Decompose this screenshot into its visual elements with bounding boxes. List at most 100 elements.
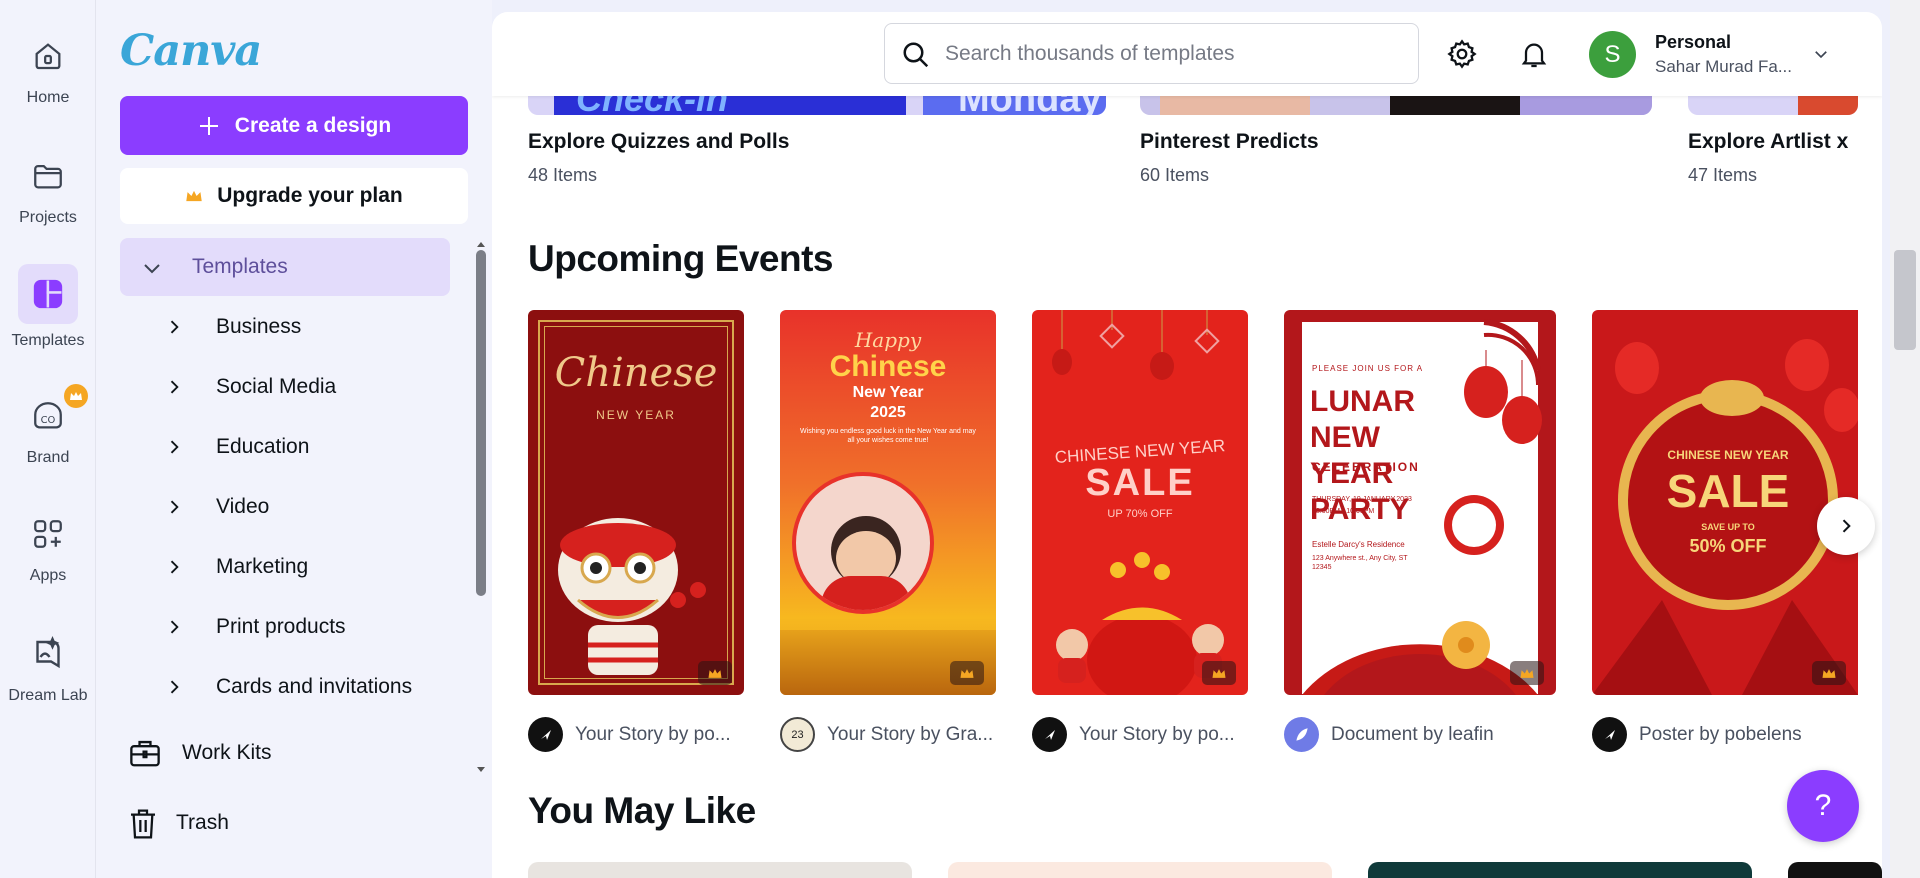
crown-icon	[186, 190, 202, 202]
card-author[interactable]: Poster by pobelens	[1592, 717, 1802, 752]
briefcase-icon	[130, 740, 160, 767]
template-card[interactable]: PLEASE JOIN US FOR A LUNAR NEW YEAR PART…	[1284, 310, 1556, 695]
bell-icon	[1521, 43, 1547, 68]
card-author[interactable]: Your Story by po...	[528, 717, 731, 752]
category-video[interactable]: Video	[120, 482, 450, 532]
avatar[interactable]: S	[1589, 31, 1636, 78]
plus-icon	[199, 116, 218, 135]
page-scroll-track	[1890, 0, 1920, 878]
rail-item-apps[interactable]: Apps	[0, 510, 96, 585]
apps-icon	[24, 510, 72, 558]
premium-crown-icon	[698, 661, 732, 685]
card-subheading: UP 70% OFF	[1107, 508, 1173, 520]
scroll-up-arrow-icon[interactable]	[476, 240, 486, 248]
collection-title[interactable]: Pinterest Predicts	[1140, 130, 1319, 154]
chevron-down-icon[interactable]	[1812, 45, 1830, 63]
template-card[interactable]: CHINESE NEW YEAR SALE SAVE UP TO 50% OFF	[1592, 310, 1858, 695]
rail-item-brand[interactable]: CO Brand	[0, 384, 96, 467]
author-name: Poster by pobelens	[1639, 723, 1802, 745]
lunar-decoration	[1302, 319, 1542, 695]
collection-title[interactable]: Explore Artlist x	[1688, 130, 1858, 154]
card-heading: SALE	[1085, 462, 1195, 504]
templates-icon	[18, 264, 78, 324]
search-input[interactable]	[945, 38, 1405, 70]
template-card[interactable]: Chinese NEW YEAR	[528, 310, 744, 695]
card-author[interactable]: Document by leafin	[1284, 717, 1494, 752]
carousel-next-button[interactable]	[1817, 497, 1875, 555]
rail-item-home[interactable]: Home	[0, 32, 96, 107]
rail-label-brand: Brand	[26, 449, 70, 466]
upgrade-plan-button[interactable]: Upgrade your plan	[120, 168, 468, 224]
rail-item-dream-lab[interactable]: Dream Lab	[0, 630, 96, 705]
search-box[interactable]	[884, 23, 1419, 84]
author-name: Your Story by Gra...	[827, 723, 994, 745]
chevron-right-icon	[170, 680, 179, 694]
template-card[interactable]	[948, 862, 1332, 878]
card-author[interactable]: Your Story by po...	[1032, 717, 1235, 752]
gear-icon	[1447, 39, 1477, 69]
card-author[interactable]: 23 Your Story by Gra...	[780, 717, 993, 752]
settings-button[interactable]	[1438, 30, 1486, 78]
card-heading: SALE	[1666, 465, 1790, 517]
chevron-right-icon	[1842, 519, 1851, 533]
category-education[interactable]: Education	[120, 422, 450, 472]
section-title-you-may-like: You May Like	[528, 790, 756, 831]
author-name: Your Story by po...	[1079, 723, 1235, 745]
author-name: Document by leafin	[1331, 723, 1494, 745]
card-subheading: New Year	[852, 384, 924, 401]
svg-text:CO: CO	[41, 415, 56, 426]
chevron-down-icon[interactable]	[140, 256, 164, 280]
author-name: Your Story by po...	[575, 723, 731, 745]
notifications-button[interactable]	[1510, 30, 1558, 78]
category-label: Video	[216, 495, 270, 518]
template-card[interactable]	[1788, 862, 1882, 878]
account-name[interactable]: Sahar Murad Fa...	[1655, 57, 1792, 77]
rail-label-templates: Templates	[11, 332, 85, 349]
dream-lab-icon	[24, 630, 72, 678]
collection-title[interactable]: Explore Quizzes and Polls	[528, 130, 789, 154]
work-kits-label: Work Kits	[182, 741, 272, 764]
trash-icon	[131, 809, 155, 839]
category-print-products[interactable]: Print products	[120, 602, 450, 652]
account-type[interactable]: Personal	[1655, 32, 1731, 53]
trash-label: Trash	[176, 811, 229, 834]
category-business[interactable]: Business	[120, 302, 450, 352]
panel-scrollbar[interactable]	[476, 250, 486, 596]
nav-templates[interactable]: Templates	[120, 238, 450, 296]
author-avatar-text: 23	[791, 728, 804, 741]
template-card[interactable]	[528, 862, 912, 878]
chevron-right-icon	[170, 320, 179, 334]
rail-item-templates[interactable]: Templates	[0, 264, 96, 350]
template-card[interactable]: CHINESE NEW YEAR SALE UP 70% OFF	[1032, 310, 1248, 695]
category-social-media[interactable]: Social Media	[120, 362, 450, 412]
card-discount: 50% OFF	[1689, 536, 1767, 556]
template-card[interactable]: Happy Chinese New Year 2025 Wishing you …	[780, 310, 996, 695]
card-heading: Chinese	[829, 350, 947, 383]
card-top-text: Happy	[854, 328, 922, 352]
help-button[interactable]: ?	[1787, 770, 1859, 842]
left-rail: Home Projects Templates CO Brand Apps Dr…	[0, 0, 96, 878]
collection-count: 60 Items	[1140, 165, 1210, 185]
category-cards-invitations[interactable]: Cards and invitations	[120, 662, 450, 712]
section-title-upcoming: Upcoming Events	[528, 238, 834, 279]
author-avatar: 23	[780, 717, 815, 752]
nav-trash[interactable]: Trash	[120, 796, 450, 850]
category-marketing[interactable]: Marketing	[120, 542, 450, 592]
category-label: Social Media	[216, 375, 337, 398]
canva-logo[interactable]: Canva	[120, 26, 262, 76]
card-year: 2025	[870, 404, 906, 421]
chevron-right-icon	[170, 620, 179, 634]
rail-label-projects: Projects	[19, 209, 77, 226]
chevron-right-icon	[170, 440, 179, 454]
create-design-button[interactable]: Create a design	[120, 96, 468, 155]
template-card[interactable]	[1368, 862, 1752, 878]
card-blurb: Wishing you endless good luck in the New…	[800, 428, 976, 444]
rail-item-projects[interactable]: Projects	[0, 152, 96, 227]
scroll-down-arrow-icon[interactable]	[476, 766, 486, 774]
premium-crown-icon	[1812, 661, 1846, 685]
card-subheading: NEW YEAR	[596, 408, 676, 422]
lion-dance-illustration	[558, 518, 706, 675]
nav-work-kits[interactable]: Work Kits	[120, 726, 450, 780]
author-avatar	[528, 717, 563, 752]
page-scrollbar[interactable]	[1894, 250, 1916, 350]
